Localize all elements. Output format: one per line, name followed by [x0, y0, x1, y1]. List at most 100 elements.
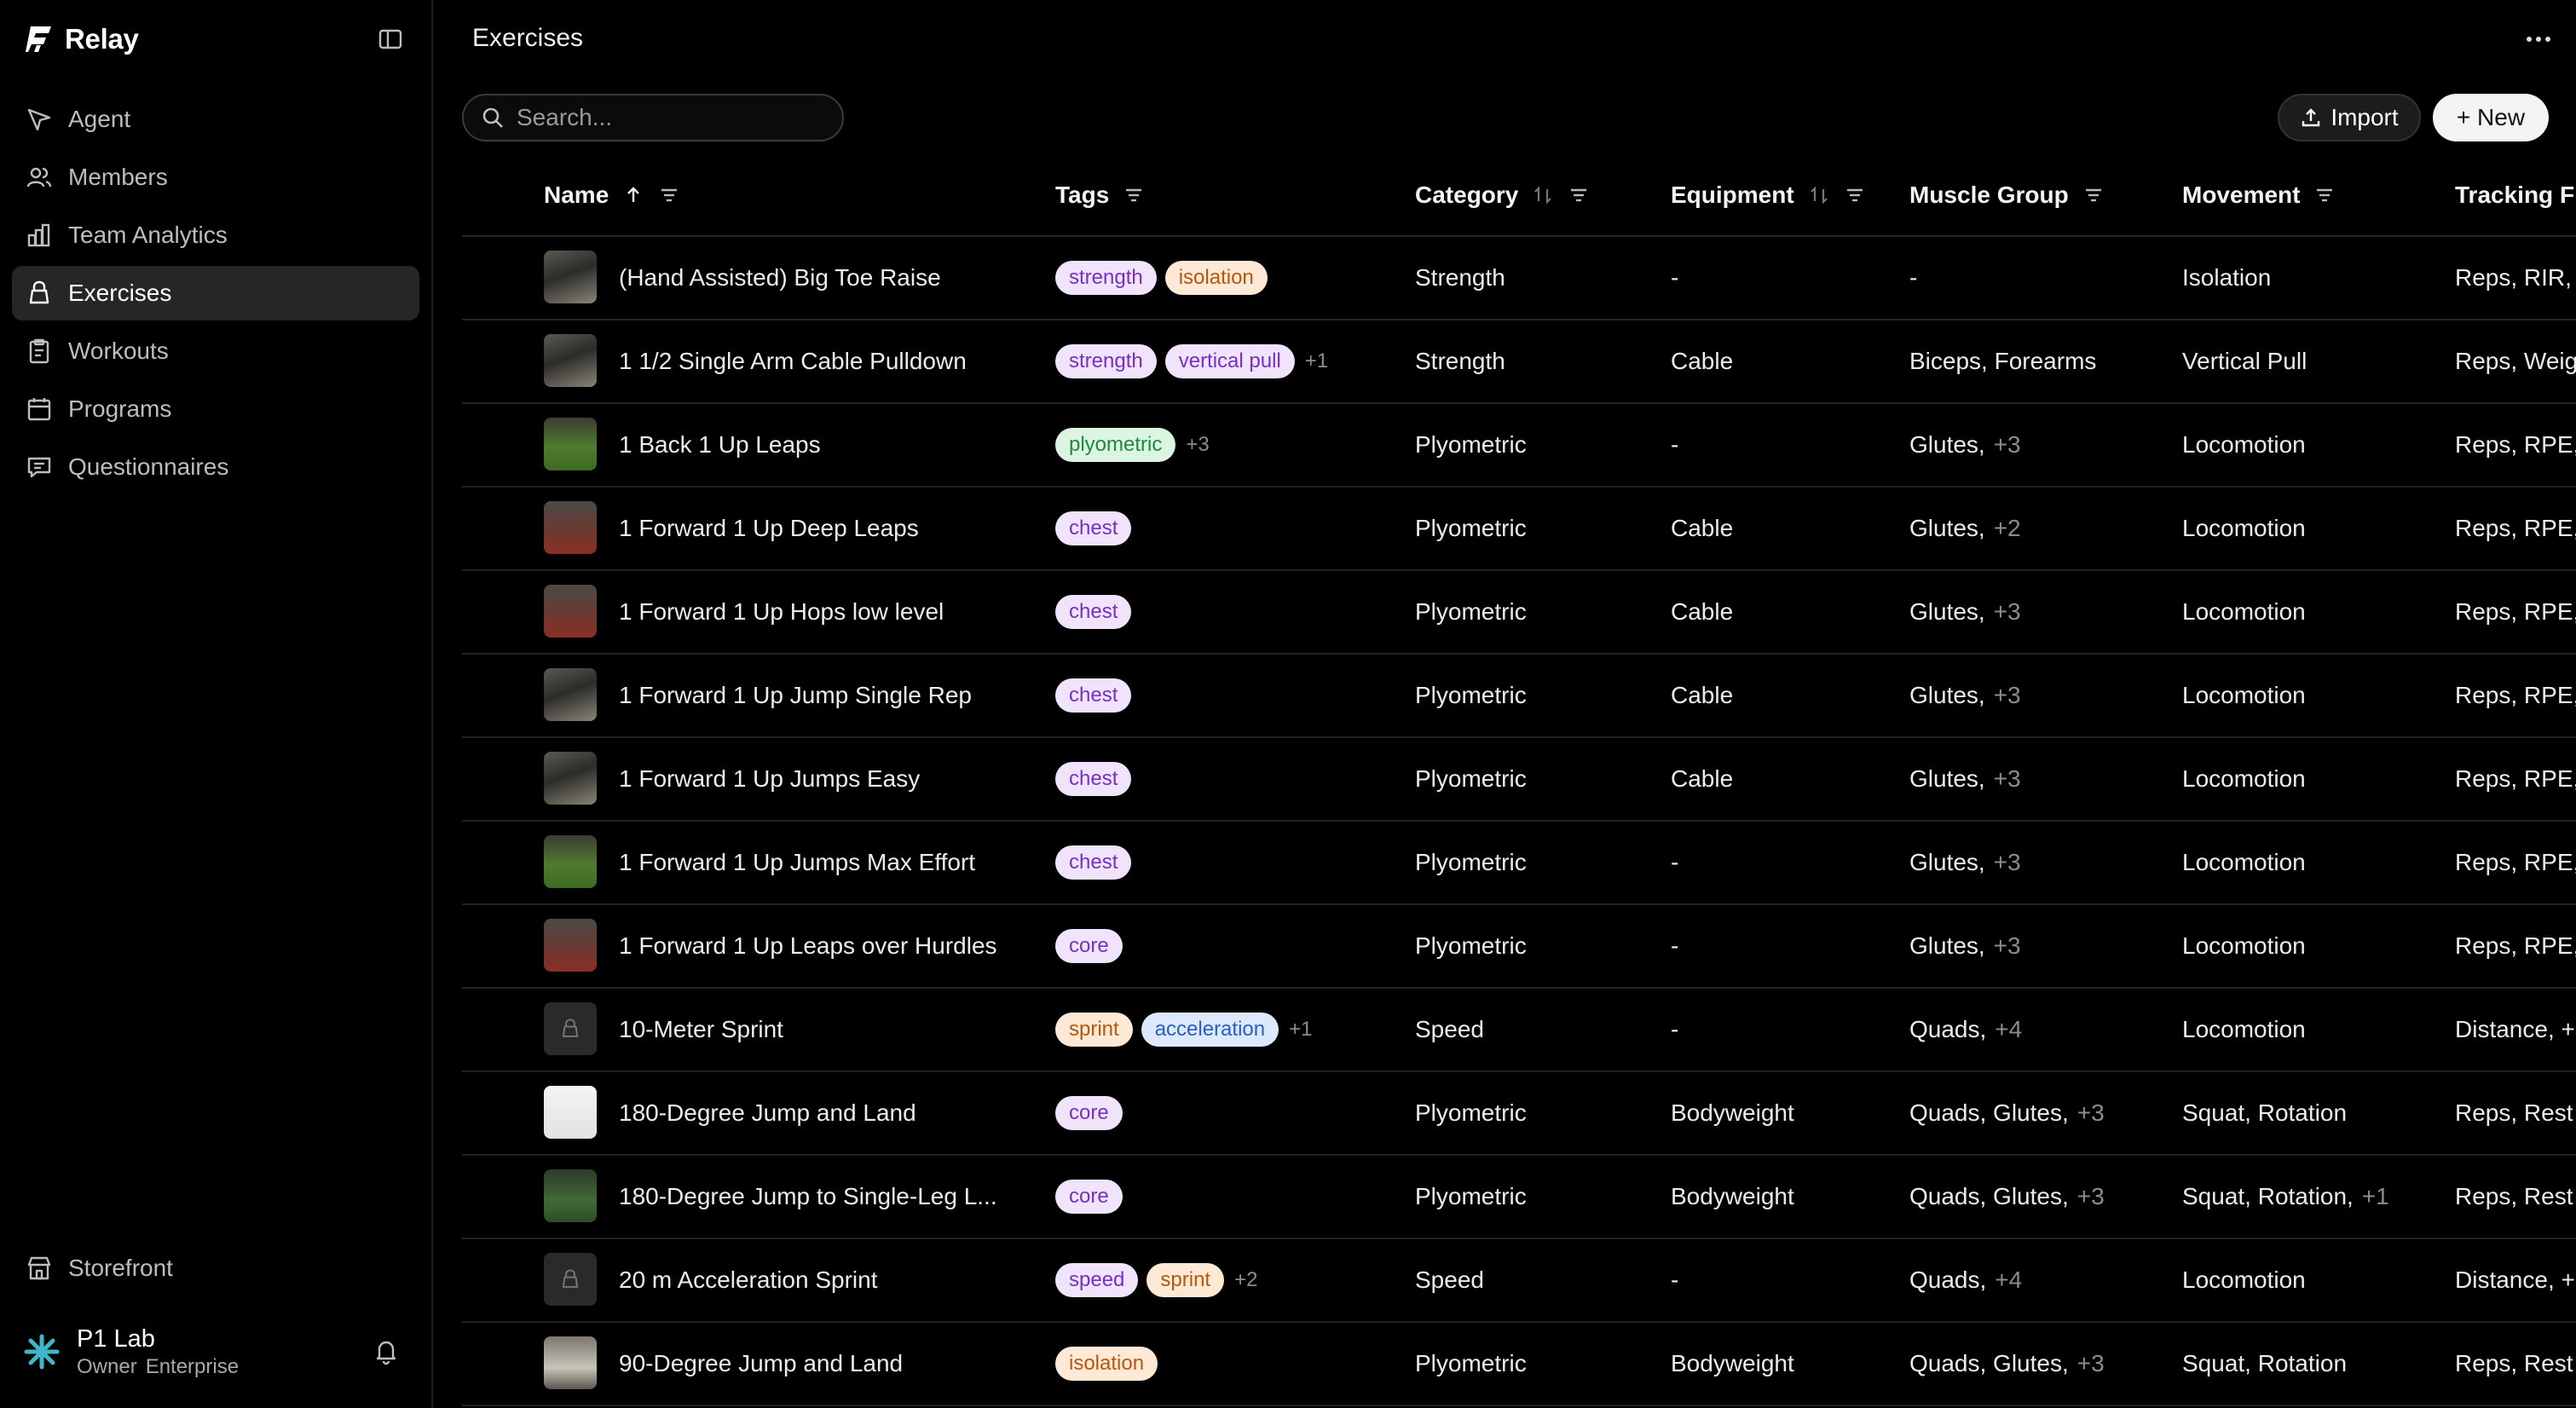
exercise-name[interactable]: (Hand Assisted) Big Toe Raise — [619, 237, 941, 319]
filter-icon[interactable] — [658, 184, 680, 206]
muscle-group-cell: Glutes, +3 — [1909, 655, 2021, 736]
column-header-muscle-group[interactable]: Muscle Group — [1909, 153, 2105, 237]
exercise-name[interactable]: 1 Forward 1 Up Jumps Easy — [619, 738, 920, 820]
tag-badge: core — [1055, 1096, 1123, 1130]
filter-icon[interactable] — [2313, 184, 2336, 206]
table-row[interactable]: 1 Forward 1 Up Hops low level chest Plyome… — [462, 571, 2576, 655]
sidebar-item-questionnaires[interactable]: Questionnaires — [12, 440, 419, 494]
exercise-name[interactable]: 1 Back 1 Up Leaps — [619, 404, 821, 486]
more-horizontal-icon — [2527, 37, 2550, 42]
app-name: Relay — [65, 23, 139, 55]
exercise-name[interactable]: 1 Forward 1 Up Jump Single Rep — [619, 655, 972, 736]
relay-logo-icon — [26, 26, 51, 52]
sidebar-item-team-analytics[interactable]: Team Analytics — [12, 208, 419, 263]
sort-icon[interactable] — [1808, 184, 1830, 206]
sidebar-toggle-icon — [378, 29, 402, 49]
column-header-tags[interactable]: Tags — [1055, 153, 1145, 237]
table-row[interactable]: 1 Back 1 Up Leaps plyometric +3 Plyometric -… — [462, 404, 2576, 488]
table-row[interactable]: 180-Degree Jump to Single-Leg L... core Pl… — [462, 1156, 2576, 1239]
table-row[interactable]: 180-Degree Jump and Land core Plyometric Bo… — [462, 1072, 2576, 1156]
movement-cell-value: Locomotion — [2182, 1267, 2306, 1293]
sort-icon[interactable] — [1532, 184, 1554, 206]
equipment-cell: Bodyweight — [1671, 1183, 1794, 1209]
exercise-placeholder-icon — [544, 1253, 597, 1306]
sidebar-item-label: Workouts — [68, 338, 169, 364]
exercise-name[interactable]: 90-Degree Jump and Land — [619, 1323, 903, 1405]
sidebar-item-programs[interactable]: Programs — [12, 382, 419, 436]
tag-badge: isolation — [1164, 261, 1268, 295]
brand[interactable]: Relay — [26, 20, 139, 58]
table-row[interactable]: 1 Forward 1 Up Jump Single Rep chest Plyom… — [462, 655, 2576, 738]
table-row[interactable]: 90-Degree Jump and Land isolation Plyometr… — [462, 1323, 2576, 1406]
filter-icon[interactable] — [2082, 184, 2105, 206]
category-cell: Plyometric — [1415, 1099, 1527, 1126]
category-cell: Speed — [1415, 1267, 1484, 1293]
clipboard-icon — [29, 338, 49, 364]
tag-badge: chest — [1055, 845, 1132, 880]
equipment-cell: Cable — [1671, 598, 1734, 625]
table-row[interactable]: 1 Forward 1 Up Deep Leaps chest Plyometric… — [462, 488, 2576, 571]
filter-icon[interactable] — [1123, 184, 1145, 206]
tracking-cell: Reps, RPE, — [2455, 682, 2576, 708]
exercise-name[interactable]: 1 Forward 1 Up Jumps Max Effort — [619, 822, 975, 903]
muscle-group-cell: Glutes, +3 — [1909, 905, 2021, 987]
sidebar-item-members[interactable]: Members — [12, 150, 419, 205]
filter-icon[interactable] — [1568, 184, 1590, 206]
column-header-name[interactable]: Name — [544, 153, 680, 237]
table-row[interactable]: 10-Meter Sprint sprint acceleration +1 Speed… — [462, 989, 2576, 1072]
bar-chart-icon — [27, 223, 50, 247]
column-header-tracking[interactable]: Tracking F — [2455, 153, 2574, 237]
sort-ascending-icon[interactable] — [622, 184, 644, 206]
exercise-name[interactable]: 1 Forward 1 Up Hops low level — [619, 571, 944, 653]
filter-icon[interactable] — [1844, 184, 1866, 206]
movement-cell: Squat, Rotation — [2182, 1323, 2347, 1405]
sidebar-item-agent[interactable]: Agent — [12, 92, 419, 147]
tracking-cell: Reps, RPE, — [2455, 431, 2576, 458]
tags-cell: chest — [1055, 822, 1132, 903]
bell-icon[interactable] — [372, 1336, 401, 1365]
import-button[interactable]: Import — [2278, 94, 2421, 141]
account-switcher[interactable]: P1 Lab Owner Enterprise — [22, 1318, 414, 1386]
movement-cell-value: Locomotion — [2182, 1016, 2306, 1042]
sidebar-item-label: Exercises — [68, 280, 172, 306]
table-row[interactable]: 1 Forward 1 Up Jumps Easy chest Plyometric… — [462, 738, 2576, 822]
sidebar-item-exercises[interactable]: Exercises — [12, 266, 419, 320]
table-row[interactable]: (Hand Assisted) Big Toe Raise strength iso… — [462, 237, 2576, 320]
search-input[interactable] — [517, 104, 823, 131]
column-header-category[interactable]: Category — [1415, 153, 1590, 237]
column-header-equipment[interactable]: Equipment — [1671, 153, 1866, 237]
muscle-group-cell-overflow-count: +3 — [1993, 932, 2021, 959]
new-exercise-button[interactable]: + New — [2433, 94, 2549, 141]
sidebar-item-storefront[interactable]: Storefront — [12, 1241, 419, 1295]
muscle-group-cell-overflow-count: +4 — [1995, 1267, 2023, 1293]
tag-badge: strength — [1055, 344, 1157, 378]
exercise-name[interactable]: 1 Forward 1 Up Leaps over Hurdles — [619, 905, 997, 987]
exercise-name[interactable]: 10-Meter Sprint — [619, 989, 783, 1070]
column-header-movement[interactable]: Movement — [2182, 153, 2336, 237]
equipment-cell: - — [1671, 932, 1679, 959]
exercise-name[interactable]: 20 m Acceleration Sprint — [619, 1239, 878, 1321]
category-cell: Plyometric — [1415, 932, 1527, 959]
exercise-name[interactable]: 1 Forward 1 Up Deep Leaps — [619, 488, 919, 569]
sidebar: Relay Agent Members Team Analytics Exerc… — [0, 0, 433, 1408]
account-plan: Enterprise — [145, 1355, 240, 1378]
tag-badge: speed — [1055, 1263, 1139, 1297]
table-row[interactable]: 1 Forward 1 Up Leaps over Hurdles core Ply… — [462, 905, 2576, 989]
table-row[interactable]: 20 m Acceleration Sprint speed sprint +2 Spe… — [462, 1239, 2576, 1323]
movement-cell: Locomotion — [2182, 571, 2306, 653]
category-cell: Plyometric — [1415, 682, 1527, 708]
exercise-name[interactable]: 1 1/2 Single Arm Cable Pulldown — [619, 320, 967, 402]
muscle-group-cell-overflow-count: +3 — [1993, 849, 2021, 875]
exercise-name[interactable]: 180-Degree Jump and Land — [619, 1072, 916, 1154]
muscle-group-cell-overflow-count: +3 — [2076, 1099, 2105, 1126]
muscle-group-cell-value: Quads, — [1909, 1016, 1987, 1042]
table-row[interactable]: 1 Forward 1 Up Jumps Max Effort chest Plyo… — [462, 822, 2576, 905]
table-row[interactable]: 1 1/2 Single Arm Cable Pulldown strength v… — [462, 320, 2576, 404]
sidebar-item-workouts[interactable]: Workouts — [12, 324, 419, 378]
sidebar-toggle-button[interactable] — [375, 24, 406, 55]
equipment-cell: - — [1671, 1267, 1679, 1293]
exercise-name[interactable]: 180-Degree Jump to Single-Leg L... — [619, 1156, 997, 1238]
tags-cell: speed sprint +2 — [1055, 1239, 1257, 1321]
exercise-thumbnail — [544, 585, 597, 638]
more-options-button[interactable] — [2520, 22, 2557, 56]
